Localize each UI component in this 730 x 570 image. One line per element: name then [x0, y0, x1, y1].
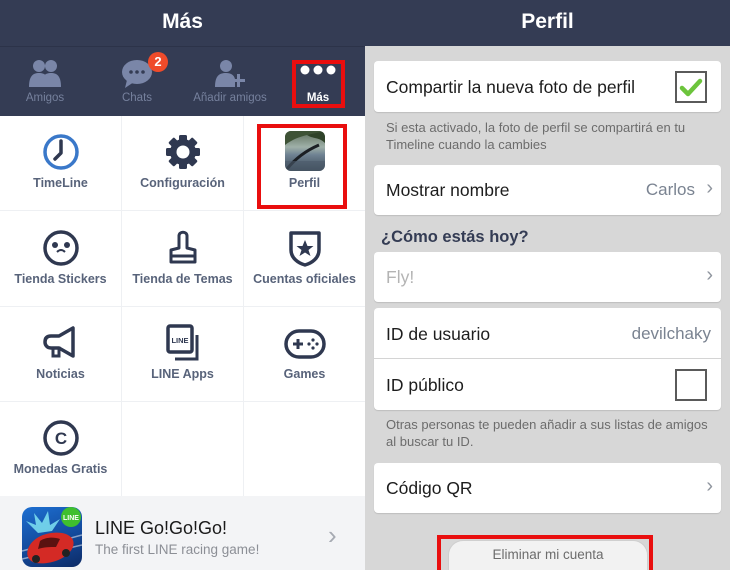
- chevron-right-icon: ›: [706, 177, 713, 199]
- megaphone-icon: [41, 323, 81, 363]
- menu-item-label: Cuentas oficiales: [253, 272, 356, 286]
- qr-code-card: Código QR ›: [374, 463, 721, 513]
- chevron-right-icon: ›: [706, 264, 713, 286]
- grid-divider: [0, 401, 365, 402]
- public-id-checkbox[interactable]: [675, 369, 707, 401]
- public-id-hint: Otras personas te pueden añadir a sus li…: [386, 417, 708, 449]
- qr-code-row[interactable]: Código QR ›: [374, 463, 721, 513]
- tab-bar: Amigos 2 Chats Añadir amigos Más: [0, 52, 365, 112]
- profile-photo-icon: [284, 131, 325, 171]
- sticker-face-icon: [41, 228, 81, 268]
- status-section-title: ¿Cómo estás hoy?: [381, 228, 529, 246]
- chevron-right-icon: ›: [706, 475, 713, 497]
- share-photo-row[interactable]: Compartir la nueva foto de perfil: [374, 61, 721, 112]
- clock-icon: [41, 132, 81, 172]
- profile-header: Perfil: [365, 0, 730, 46]
- menu-item-label: TimeLine: [33, 176, 88, 190]
- menu-item-label: Games: [283, 367, 326, 381]
- add-friend-icon: [214, 58, 246, 93]
- tab-label: Chats: [121, 92, 153, 104]
- checkmark-icon: [679, 78, 703, 97]
- more-screen: Más Amigos 2 Chats Añadir amigos Más Tim…: [0, 0, 365, 570]
- menu-item-label: Noticias: [36, 367, 85, 381]
- paint-brush-icon: [163, 228, 203, 268]
- status-card: Fly! ›: [374, 252, 721, 302]
- promo-banner[interactable]: LINE LINE Go!Go!Go! The first LINE racin…: [0, 496, 365, 570]
- menu-item-label: Perfil: [288, 176, 321, 190]
- tab-chats[interactable]: 2 Chats: [102, 52, 172, 112]
- more-dots-icon: [300, 62, 336, 80]
- id-card: ID de usuario devilchaky ID público: [374, 308, 721, 410]
- display-name-label: Mostrar nombre: [386, 180, 510, 200]
- public-id-label: ID público: [386, 375, 464, 395]
- tab-add-friends[interactable]: Añadir amigos: [185, 52, 275, 112]
- menu-item-label: LINE Apps: [151, 367, 214, 381]
- menu-item-timeline[interactable]: TimeLine: [0, 116, 121, 211]
- promo-subtitle: The first LINE racing game!: [95, 542, 260, 557]
- menu-item-label: Monedas Gratis: [13, 462, 108, 476]
- share-photo-hint: Si esta activado, la foto de perfil se c…: [386, 120, 686, 152]
- qr-code-label: Código QR: [386, 478, 473, 498]
- grid-divider: [0, 306, 365, 307]
- status-message-placeholder: Fly!: [386, 267, 415, 287]
- user-id-label: ID de usuario: [386, 324, 491, 344]
- share-photo-label: Compartir la nueva foto de perfil: [386, 77, 636, 97]
- gear-icon: [163, 132, 203, 172]
- profile-screen: Perfil Compartir la nueva foto de perfil…: [365, 0, 730, 570]
- display-name-value: Carlos: [645, 180, 695, 199]
- menu-item-free-coins[interactable]: C Monedas Gratis: [0, 402, 121, 497]
- share-photo-card: Compartir la nueva foto de perfil: [374, 61, 721, 112]
- menu-item-label: Tienda Stickers: [14, 272, 107, 286]
- menu-item-label: Configuración: [140, 176, 225, 190]
- display-name-row[interactable]: Mostrar nombre Carlos ›: [374, 165, 721, 215]
- tab-label: Amigos: [25, 92, 65, 104]
- line-apps-icon: LINE: [163, 323, 203, 363]
- public-id-row[interactable]: ID público: [374, 359, 721, 410]
- grid-divider: [0, 210, 365, 211]
- user-id-row[interactable]: ID de usuario devilchaky: [374, 308, 721, 359]
- menu-item-games[interactable]: Games: [244, 307, 365, 402]
- shield-star-icon: [285, 228, 325, 268]
- tab-more[interactable]: Más: [290, 52, 346, 112]
- line-badge-text: LINE: [63, 515, 79, 522]
- menu-item-sticker-shop[interactable]: Tienda Stickers: [0, 212, 121, 307]
- status-message-row[interactable]: Fly! ›: [374, 252, 721, 302]
- game-app-icon: LINE: [22, 507, 82, 567]
- friends-icon: [28, 58, 62, 93]
- gamepad-icon: [283, 323, 327, 363]
- page-title: Más: [162, 10, 203, 33]
- menu-item-label: Tienda de Temas: [132, 272, 233, 286]
- more-header: Más Amigos 2 Chats Añadir amigos Más: [0, 0, 365, 116]
- unread-badge: 2: [148, 52, 168, 72]
- menu-item-profile[interactable]: Perfil: [244, 116, 365, 211]
- tab-label: Más: [306, 92, 330, 104]
- page-title: Perfil: [521, 10, 574, 33]
- tab-amigos[interactable]: Amigos: [10, 52, 80, 112]
- display-name-card: Mostrar nombre Carlos ›: [374, 165, 721, 215]
- coin-icon: C: [41, 418, 81, 458]
- line-apps-icon-text: LINE: [171, 336, 188, 345]
- promo-title: LINE Go!Go!Go!: [95, 518, 228, 538]
- menu-item-theme-shop[interactable]: Tienda de Temas: [122, 212, 243, 307]
- chevron-right-icon: ›: [328, 520, 337, 550]
- delete-account-button[interactable]: Eliminar mi cuenta: [448, 540, 648, 570]
- header-divider: [0, 46, 365, 47]
- tab-label: Añadir amigos: [193, 92, 267, 104]
- menu-item-line-apps[interactable]: LINE LINE Apps: [122, 307, 243, 402]
- coin-icon-text: C: [54, 429, 66, 448]
- menu-item-official-accounts[interactable]: Cuentas oficiales: [244, 212, 365, 307]
- user-id-value: devilchaky: [631, 324, 711, 343]
- share-photo-checkbox[interactable]: [675, 71, 707, 103]
- menu-item-settings[interactable]: Configuración: [122, 116, 243, 211]
- menu-item-news[interactable]: Noticias: [0, 307, 121, 402]
